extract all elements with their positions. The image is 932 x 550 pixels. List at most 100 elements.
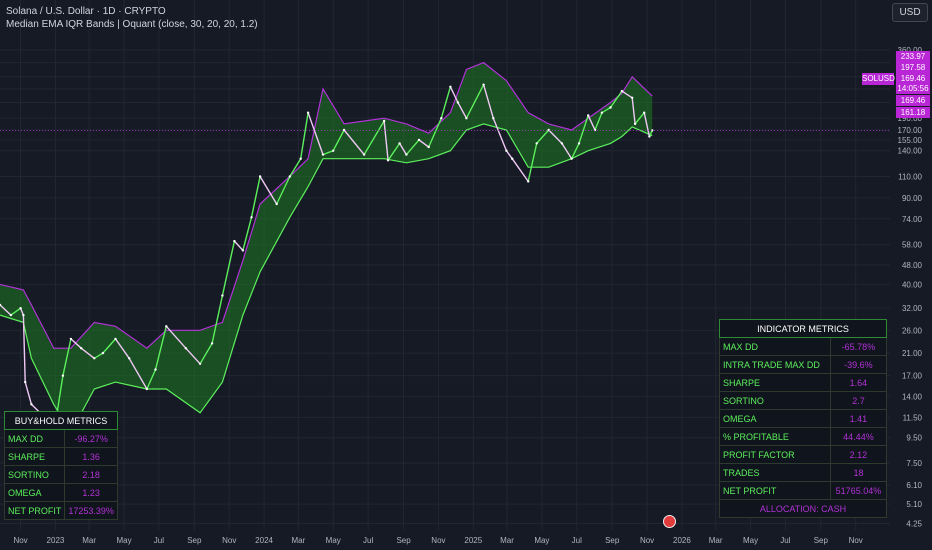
price-point [535, 142, 538, 145]
price-point [9, 313, 13, 317]
price-point [80, 347, 83, 350]
metric-value: -96.27% [64, 429, 118, 448]
metric-value: 1.64 [829, 373, 888, 392]
metric-label: OMEGA [3, 483, 66, 502]
price-point [648, 135, 651, 138]
metric-value: -65.78% [829, 337, 888, 356]
price-point [145, 387, 149, 391]
price-point [449, 85, 452, 89]
currency-button[interactable]: USD [892, 3, 928, 22]
y-tick-label: 48.00 [902, 261, 923, 270]
x-tick-label: Jul [572, 536, 582, 545]
buy-hold-title: BUY&HOLD METRICS [4, 411, 118, 430]
metric-label: INTRA TRADE MAX DD [719, 355, 831, 374]
metric-value: 1.41 [829, 409, 888, 428]
x-tick-label: Mar [500, 536, 514, 545]
indicator-legend[interactable]: Median EMA IQR Bands | Oquant (close, 30… [6, 19, 258, 30]
metric-label: MAX DD [3, 429, 66, 448]
price-point [114, 337, 117, 341]
time-axis[interactable]: Nov 2023 Mar May Jul Sep Nov 2024 Mar May Jul Sep No… [13, 536, 862, 545]
price-point [631, 96, 634, 100]
bar-countdown-tag: 14:05:56 [896, 84, 930, 94]
x-tick-label: Nov [431, 536, 445, 545]
x-tick-label: Nov [222, 536, 236, 545]
table-row: OMEGA 1.41 [719, 409, 888, 428]
price-point [165, 325, 168, 328]
table-row: INTRA TRADE MAX DD -39.6% [719, 355, 888, 374]
price-point [643, 111, 646, 114]
x-tick-label: May [326, 536, 341, 545]
price-point [505, 149, 508, 152]
price-point [527, 180, 530, 183]
x-tick-label: Sep [814, 536, 829, 545]
price-point [24, 380, 27, 384]
metric-label: SORTINO [719, 391, 831, 410]
x-tick-label: Mar [291, 536, 305, 545]
metric-value: 1.36 [64, 447, 118, 466]
table-row: TRADES 18 [719, 463, 888, 482]
indicator-metrics-title: INDICATOR METRICS [719, 319, 887, 338]
price-point [398, 142, 401, 145]
x-tick-label: Jul [363, 536, 373, 545]
y-tick-label: 170.00 [898, 126, 923, 135]
y-tick-label: 17.00 [902, 372, 923, 381]
price-point [492, 117, 495, 120]
price-segment [233, 240, 244, 251]
table-row: NET PROFIT 17253.39% [3, 501, 118, 520]
metric-label: SORTINO [3, 465, 66, 484]
y-tick-label: 110.00 [898, 172, 922, 181]
y-tick-label: 26.00 [902, 326, 923, 335]
table-row: SHARPE 1.64 [719, 373, 888, 392]
price-segment [24, 381, 33, 405]
x-tick-label: Sep [605, 536, 620, 545]
table-row: NET PROFIT 51765.04% [719, 481, 888, 500]
price-point [128, 357, 131, 360]
price-point [184, 347, 187, 350]
y-tick-label: 32.00 [902, 304, 923, 313]
metric-label: % PROFITABLE [719, 427, 831, 446]
y-tick-label: 9.50 [906, 434, 922, 443]
price-point [405, 153, 408, 156]
price-point [570, 157, 573, 160]
y-tick-label: 7.50 [906, 459, 922, 468]
price-point [577, 142, 581, 145]
table-row: MAX DD -96.27% [3, 429, 118, 448]
price-axis[interactable]: 360.00320.00280.00250.00220.00190.00170.… [898, 46, 923, 529]
buy-hold-metrics-table: BUY&HOLD METRICS MAX DD -96.27% SHARPE 1.3… [3, 411, 118, 520]
price-point [22, 313, 25, 317]
us-flag-event-icon[interactable] [663, 515, 676, 528]
price-point [101, 351, 105, 355]
x-tick-label: Mar [82, 536, 96, 545]
y-tick-label: 140.00 [898, 147, 923, 156]
price-point [417, 138, 421, 142]
price-point [198, 362, 202, 365]
price-point [299, 157, 302, 160]
price-point [482, 83, 485, 86]
table-row: PROFIT FACTOR 2.12 [719, 445, 888, 464]
y-tick-label: 14.00 [902, 392, 923, 401]
price-point [511, 157, 514, 160]
price-point [620, 89, 624, 93]
y-tick-label: 21.00 [902, 349, 923, 358]
table-row: SORTINO 2.18 [3, 465, 118, 484]
indicator-metrics-table: INDICATOR METRICS MAX DD -65.78% INTRA TR… [719, 319, 888, 518]
y-tick-label: 4.25 [906, 520, 922, 529]
price-point [321, 153, 325, 156]
price-point [560, 142, 564, 145]
x-tick-label: 2025 [464, 536, 482, 545]
x-tick-label: Jul [154, 536, 164, 545]
price-point [587, 114, 590, 117]
x-tick-label: Mar [709, 536, 723, 545]
price-point [288, 175, 291, 178]
metric-label: NET PROFIT [719, 481, 831, 500]
price-point [456, 101, 460, 104]
x-tick-label: May [116, 536, 131, 545]
price-point [233, 239, 236, 243]
metric-label: SHARPE [719, 373, 831, 392]
price-segment [221, 240, 236, 296]
price-point [306, 111, 310, 114]
upper-mid-price-tag: 197.58 [896, 62, 930, 73]
metric-value: 51765.04% [829, 481, 888, 500]
table-row: OMEGA 1.23 [3, 483, 118, 502]
metric-label: MAX DD [719, 337, 831, 356]
